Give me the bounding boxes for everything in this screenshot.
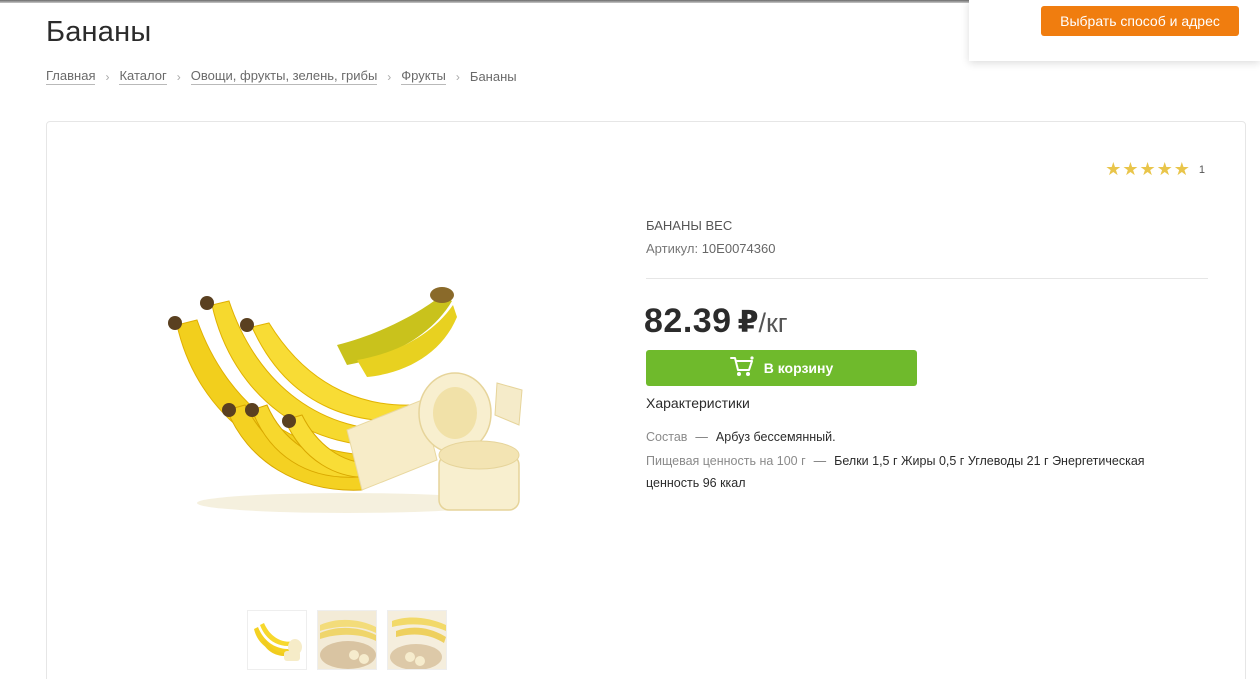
price-unit: /кг [758,308,788,338]
breadcrumb: Главная › Каталог › Овощи, фрукты, зелен… [46,68,517,85]
page-title: Бананы [46,16,152,48]
chevron-right-icon: › [387,69,392,84]
breadcrumb-current: Бананы [469,68,517,84]
spec-label: Пищевая ценность на 100 г [646,454,806,468]
spec-value: Арбуз бессемянный. [715,430,836,444]
chevron-right-icon: › [105,69,110,84]
breadcrumb-fruits[interactable]: Фрукты [401,68,446,85]
rating-stars: ★★★★★ [1105,159,1191,179]
spec-label: Состав [646,430,688,444]
thumbnail-strip [247,610,447,670]
breadcrumb-home[interactable]: Главная [46,68,96,85]
article-label: Артикул: [646,241,699,256]
breadcrumb-vegetables[interactable]: Овощи, фрукты, зелень, грибы [190,68,378,85]
rating-count: 1 [1198,163,1205,176]
choose-delivery-button[interactable]: Выбрать способ и адрес [1041,6,1239,36]
breadcrumb-catalog[interactable]: Каталог [119,68,167,85]
add-to-cart-label: В корзину [763,360,834,376]
divider [646,278,1208,279]
product-image[interactable] [157,265,542,530]
chevron-right-icon: › [455,69,460,84]
product-card: ★★★★★ 1 БАНАНЫ ВЕС Артикул: 10E0074360 8… [46,121,1246,679]
price-value: 82.39 [644,302,732,340]
thumbnail-1[interactable] [247,610,307,670]
cart-icon [729,355,754,381]
specs-title: Характеристики [646,395,750,411]
product-price: 82.39 ₽ /кг [644,302,788,341]
chevron-right-icon: › [176,69,181,84]
product-article: Артикул: 10E0074360 [646,241,775,256]
article-value: 10E0074360 [701,241,776,256]
add-to-cart-button[interactable]: В корзину [646,350,917,386]
spec-composition: Состав — Арбуз бессемянный. [646,430,836,444]
thumbnail-3[interactable] [387,610,447,670]
thumbnail-2[interactable] [317,610,377,670]
price-currency: ₽ [737,306,759,339]
spec-nutrition: Пищевая ценность на 100 г — Белки 1,5 г Жи… [646,454,1145,490]
delivery-panel: Выбрать способ и адрес [969,0,1260,61]
product-rating[interactable]: ★★★★★ 1 [1105,159,1205,180]
product-name: БАНАНЫ ВЕС [646,218,733,233]
